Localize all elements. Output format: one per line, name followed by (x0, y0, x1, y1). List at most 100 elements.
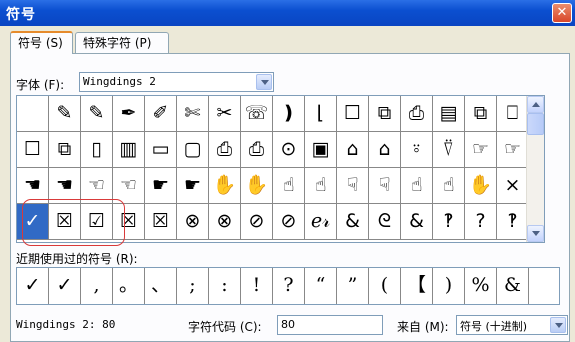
window-title: 符号 (6, 7, 36, 23)
symbol-cell[interactable]: ⧉ (49, 132, 81, 168)
symbol-cell[interactable]: ☟ (369, 168, 401, 204)
recent-symbol-cell[interactable]: ( (369, 268, 401, 304)
symbol-cell[interactable]: & (401, 204, 433, 240)
recent-symbol-cell[interactable]: “ (305, 268, 337, 304)
symbol-cell[interactable]: ⊘ (241, 204, 273, 240)
symbol-cell[interactable]: ☒ (145, 204, 177, 240)
from-select[interactable]: 符号 (十进制) (456, 315, 568, 335)
recent-symbol-cell[interactable]: ) (433, 268, 465, 304)
recent-symbol-cell[interactable]: ! (241, 268, 273, 304)
tab-special-characters[interactable]: 特殊字符 (P) (75, 32, 169, 53)
symbol-cell[interactable]: ☞ (497, 132, 529, 168)
symbol-cell[interactable]: ⌊ (305, 96, 337, 132)
symbol-cell[interactable]: ☟ (337, 168, 369, 204)
symbol-cell[interactable]: ▣ (305, 132, 337, 168)
symbol-cell[interactable]: ✄ (177, 96, 209, 132)
title-bar: 符号 ✕ (0, 0, 575, 26)
recent-symbol-cell[interactable]: : (209, 268, 241, 304)
symbol-cell[interactable]: ⊗ (209, 204, 241, 240)
symbol-cell[interactable]: ⊘ (273, 204, 305, 240)
symbol-cell[interactable]: ⧉ (369, 96, 401, 132)
recent-symbol-cell[interactable]: 【 (401, 268, 433, 304)
font-select[interactable]: Wingdings 2 (79, 72, 274, 92)
symbol-cell[interactable]: ☛ (177, 168, 209, 204)
recent-symbols: ✓ ✓,。、;:!? “”(【)% & (16, 267, 560, 305)
symbol-cell[interactable]: ☜ (113, 168, 145, 204)
symbol-cell[interactable]: ℯ𝓇 (305, 204, 337, 240)
symbol-cell[interactable]: ☞ (465, 132, 497, 168)
symbol-cell[interactable]: ? (465, 204, 497, 240)
symbol-cell[interactable]: ✋ (209, 168, 241, 204)
symbol-cell[interactable]: ⧉ (465, 96, 497, 132)
symbol-cell[interactable]: ☒ (49, 204, 81, 240)
symbol-cell[interactable]: ☝ (401, 168, 433, 204)
symbol-cell[interactable]: ☝ (273, 168, 305, 204)
symbol-cell[interactable]: & (337, 204, 369, 240)
symbol-cell[interactable]: ☝ (433, 168, 465, 204)
symbol-cell[interactable]: ☐ (337, 96, 369, 132)
symbol-cell[interactable]: ☚ (49, 168, 81, 204)
symbol-cell[interactable]: ✎ (49, 96, 81, 132)
symbol-cell[interactable]: ▥ (113, 132, 145, 168)
symbol-cell[interactable]: ᘓ (369, 204, 401, 240)
symbol-cell[interactable]: ☜ (81, 168, 113, 204)
symbol-cell[interactable]: ❫ (273, 96, 305, 132)
recent-symbol-cell[interactable]: ✓ (49, 268, 81, 304)
symbol-cell[interactable]: ⍢ (433, 132, 465, 168)
symbol-cell[interactable]: ✒ (113, 96, 145, 132)
symbol-cell[interactable]: ✐ (145, 96, 177, 132)
symbol-cell[interactable]: ✓ (17, 204, 49, 240)
symbol-cell[interactable]: ☝ (305, 168, 337, 204)
char-code-input[interactable]: 80 (277, 315, 383, 335)
symbol-cell[interactable]: ‽ (497, 204, 529, 240)
recent-symbol-cell[interactable]: ✓ (17, 268, 49, 304)
recent-symbol-cell[interactable]: % (465, 268, 497, 304)
symbol-cell[interactable]: ✎ (81, 96, 113, 132)
chevron-down-icon[interactable] (550, 317, 566, 333)
scroll-up-icon[interactable] (527, 96, 544, 113)
recent-symbol-cell[interactable]: ” (337, 268, 369, 304)
recent-symbol-cell[interactable]: ? (273, 268, 305, 304)
symbol-cell[interactable] (17, 96, 49, 132)
font-label: 字体 (F): (16, 78, 65, 92)
symbol-cell[interactable]: ☏ (241, 96, 273, 132)
symbol-cell[interactable]: ▭ (145, 132, 177, 168)
tab-symbols[interactable]: 符号 (S) (10, 31, 73, 54)
symbol-cell[interactable]: ‽ (433, 204, 465, 240)
scroll-thumb[interactable] (527, 113, 544, 135)
symbol-cell[interactable]: ▤ (433, 96, 465, 132)
symbol-cell[interactable]: ☑ (81, 204, 113, 240)
scroll-down-icon[interactable] (527, 225, 544, 242)
symbol-cell[interactable]: ⎕ (497, 96, 529, 132)
recent-symbol-cell[interactable]: , (81, 268, 113, 304)
char-code-value: 80 (281, 318, 295, 331)
symbol-cell[interactable]: ⎙ (401, 96, 433, 132)
chevron-down-icon[interactable] (256, 74, 272, 90)
symbol-cell[interactable]: ⌂ (369, 132, 401, 168)
symbol-cell[interactable]: ⊗ (177, 204, 209, 240)
symbol-cell[interactable]: ⊙ (273, 132, 305, 168)
symbol-cell[interactable]: ☚ (17, 168, 49, 204)
symbol-grid-scrollbar[interactable] (526, 96, 544, 242)
close-button[interactable]: ✕ (552, 3, 572, 23)
recent-label: 近期使用过的符号 (R): (16, 252, 138, 266)
symbol-cell[interactable]: ✂ (209, 96, 241, 132)
symbol-cell[interactable]: ⌂ (337, 132, 369, 168)
symbol-cell[interactable]: × (497, 168, 529, 204)
recent-symbol-cell[interactable]: 、 (145, 268, 177, 304)
symbol-cell[interactable]: ☒ (113, 204, 145, 240)
font-select-value: Wingdings 2 (83, 75, 156, 88)
recent-symbol-cell[interactable]: & (497, 268, 529, 304)
symbol-cell[interactable]: ⎙ (241, 132, 273, 168)
symbol-grid: ✎ ✎ ✒ ✐ ✄ ✂ ☏ ❫ ⌊ ☐ ⧉ ⎙ ▤ ⧉ ⎕ ☐ ⧉ ▯ ▥ ▭ ▢ ⎙ ⎙ ⊙ ▣ ⌂ ⌂ ⍤ ⍢ ☞ ☞ ☚ ☚ ☜ ☜ ☛ ☛ ✋ ✋ ☝… (16, 95, 545, 243)
symbol-cell[interactable]: ☛ (145, 168, 177, 204)
symbol-cell[interactable]: ✋ (241, 168, 273, 204)
recent-symbol-cell[interactable]: ; (177, 268, 209, 304)
symbol-cell[interactable]: ✋ (465, 168, 497, 204)
symbol-cell[interactable]: ▯ (81, 132, 113, 168)
symbol-cell[interactable]: ⍤ (401, 132, 433, 168)
recent-symbol-cell[interactable]: 。 (113, 268, 145, 304)
symbol-cell[interactable]: ☐ (17, 132, 49, 168)
symbol-cell[interactable]: ⎙ (209, 132, 241, 168)
symbol-cell[interactable]: ▢ (177, 132, 209, 168)
